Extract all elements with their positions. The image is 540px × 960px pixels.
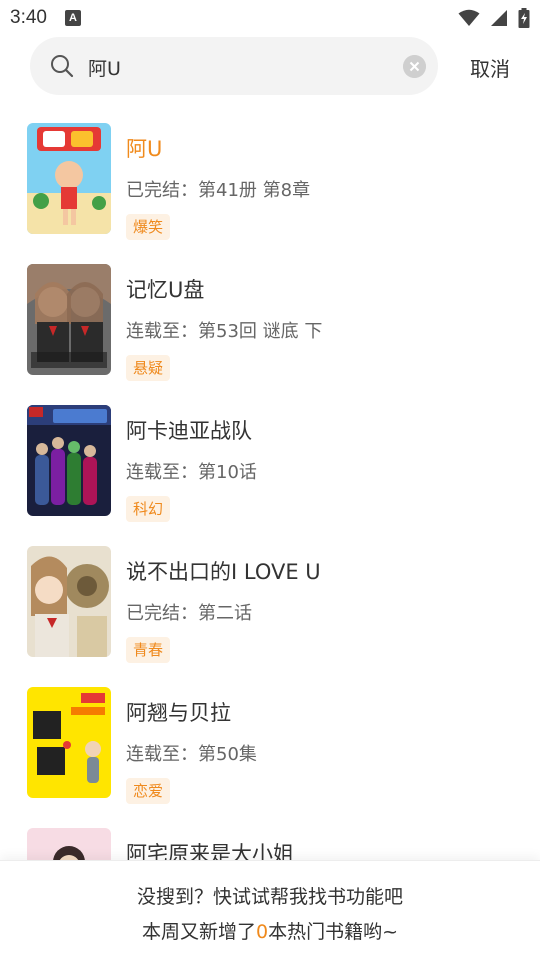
clear-search-icon[interactable] (403, 55, 426, 78)
result-item-i-love-u[interactable]: 说不出口的I LOVE U 已完结：第二话 青春 (0, 519, 540, 663)
cover-image (27, 546, 111, 657)
book-title: 阿U (126, 137, 163, 161)
book-status: 已完结：第41册 第8章 (126, 180, 311, 201)
banner-suffix: 本热门书籍哟~ (268, 921, 399, 943)
notification-icon: A (64, 10, 81, 26)
book-status: 已完结：第二话 (126, 603, 252, 624)
result-item-a-u[interactable]: 阿U 已完结：第41册 第8章 爆笑 (0, 96, 540, 240)
wifi-icon (458, 9, 480, 26)
cancel-button[interactable]: 取消 (470, 53, 510, 82)
search-query: 阿U (88, 58, 121, 80)
find-book-banner[interactable]: 没搜到？快试试帮我找书功能吧 本周又新增了0本热门书籍哟~ (0, 860, 540, 960)
book-status: 连载至：第50集 (126, 744, 257, 765)
search-row: 阿U 取消 (0, 36, 540, 96)
battery-charging-icon (518, 8, 530, 28)
status-time: 3:40 (10, 7, 47, 28)
cover-image (27, 405, 111, 516)
cover-image (27, 264, 111, 375)
book-title: 说不出口的I LOVE U (126, 560, 321, 584)
search-icon (51, 55, 74, 78)
result-item-aqiao-and-bella[interactable]: 阿翘与贝拉 连载至：第50集 恋爱 (0, 660, 540, 804)
status-bar: 3:40 A (0, 0, 540, 36)
cover-image (27, 687, 111, 798)
result-item-arcadia-team[interactable]: 阿卡迪亚战队 连载至：第10话 科幻 (0, 378, 540, 522)
result-item-memory-u-disk[interactable]: 记忆U盘 连载至：第53回 谜底 下 悬疑 (0, 237, 540, 381)
new-books-count: 0 (256, 921, 269, 943)
book-title: 阿卡迪亚战队 (126, 419, 252, 443)
book-title: 阿翘与贝拉 (126, 701, 231, 725)
banner-prefix: 本周又新增了 (141, 921, 256, 943)
book-status: 连载至：第53回 谜底 下 (126, 321, 323, 342)
search-input[interactable]: 阿U (30, 37, 438, 95)
banner-line-2: 本周又新增了0本热门书籍哟~ (0, 917, 540, 944)
banner-line-1: 没搜到？快试试帮我找书功能吧 (136, 886, 403, 908)
book-title: 记忆U盘 (126, 278, 205, 302)
cover-image (27, 123, 111, 234)
book-status: 连载至：第10话 (126, 462, 257, 483)
status-icons (458, 8, 530, 28)
signal-icon (491, 10, 507, 26)
